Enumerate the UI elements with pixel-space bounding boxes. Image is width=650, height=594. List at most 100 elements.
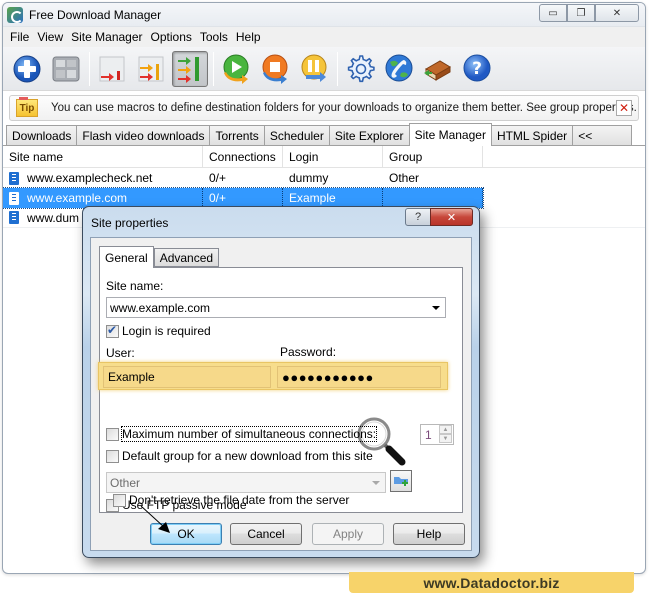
menu-tools[interactable]: Tools: [196, 30, 232, 44]
toolbar-separator: [213, 51, 214, 86]
tab-site-manager[interactable]: Site Manager: [408, 123, 492, 146]
app-logo-icon: [7, 6, 23, 23]
dialog-tabs: General Advanced: [99, 246, 220, 268]
add-group-button[interactable]: [390, 470, 412, 492]
schedule-download-button[interactable]: [296, 51, 332, 87]
tip-badge: Tip: [16, 97, 38, 117]
user-label: User:: [106, 346, 135, 360]
grid-panel-icon: [52, 56, 80, 81]
apply-button: Apply: [312, 523, 384, 545]
no-file-date-checkbox[interactable]: [113, 494, 126, 507]
stop-icon: [262, 54, 288, 84]
help-button[interactable]: ?: [459, 51, 495, 87]
site-icon: [9, 211, 19, 224]
gear-icon: [347, 54, 375, 82]
tab-collapse[interactable]: <<: [572, 125, 633, 145]
tab-general[interactable]: General: [99, 246, 154, 268]
column-connections[interactable]: Connections: [203, 146, 283, 167]
table-row[interactable]: www.examplecheck.net 0/+ dummy Other: [3, 168, 645, 188]
dialog-help-button[interactable]: ?: [405, 208, 431, 226]
watermark: www.Datadoctor.biz: [349, 572, 634, 593]
guide-button[interactable]: [420, 51, 456, 87]
user-input[interactable]: Example: [103, 366, 271, 388]
tab-torrents[interactable]: Torrents: [209, 125, 265, 145]
site-connections: 0/+: [209, 171, 227, 185]
stepper-down-icon[interactable]: ▼: [439, 434, 452, 443]
tip-bar: Tip You can use macros to define destina…: [9, 95, 639, 121]
start-download-button[interactable]: [218, 51, 254, 87]
toolbar: ?: [3, 47, 645, 91]
column-login[interactable]: Login: [283, 146, 383, 167]
tab-downloads[interactable]: Downloads: [6, 125, 78, 145]
general-panel: Site name: www.example.com Login is requ…: [98, 267, 463, 513]
close-button[interactable]: ✕: [595, 4, 639, 22]
site-icon: [9, 171, 19, 185]
window-controls: ▭ ❐ ✕: [539, 4, 639, 22]
site-name-label: Site name:: [106, 279, 164, 293]
max-connections-checkbox[interactable]: [106, 428, 119, 441]
minimize-button[interactable]: ▭: [539, 4, 567, 22]
menu-bar: File View Site Manager Options Tools Hel…: [3, 27, 645, 47]
restore-button[interactable]: ❐: [567, 4, 595, 22]
question-icon: ?: [463, 54, 491, 81]
toolbar-separator: [89, 51, 90, 86]
site-group: [383, 188, 483, 208]
tip-text: You can use macros to define destination…: [51, 102, 637, 114]
site-name: www.example.com: [27, 191, 128, 205]
tab-site-explorer[interactable]: Site Explorer: [328, 125, 410, 145]
tip-close-icon[interactable]: ✕: [616, 100, 632, 116]
plus-circle-icon: [13, 55, 41, 82]
chevron-down-icon[interactable]: [432, 306, 440, 310]
menu-view[interactable]: View: [33, 30, 67, 44]
max-connections-stepper[interactable]: 1 ▲ ▼: [420, 424, 454, 445]
window-title: Free Download Manager: [29, 7, 162, 22]
column-site-name[interactable]: Site name: [3, 146, 203, 167]
list-header: Site name Connections Login Group: [3, 146, 645, 168]
speed-low-button[interactable]: [94, 51, 130, 87]
speed-medium-icon: [138, 56, 164, 81]
menu-site-manager[interactable]: Site Manager: [67, 30, 146, 44]
password-label: Password:: [280, 345, 337, 359]
dialup-button[interactable]: [381, 51, 417, 87]
site-name-value: www.example.com: [110, 300, 211, 315]
dialog-close-button[interactable]: ✕: [430, 208, 473, 226]
add-download-button[interactable]: [9, 51, 45, 87]
speed-low-icon: [99, 56, 125, 81]
password-value: ●●●●●●●●●●●: [282, 369, 374, 385]
help-dialog-button[interactable]: Help: [393, 523, 465, 545]
group-combo[interactable]: Other: [106, 472, 386, 493]
group-value: Other: [110, 475, 141, 490]
tab-flash-video-downloads[interactable]: Flash video downloads: [76, 125, 211, 145]
tab-scheduler[interactable]: Scheduler: [263, 125, 330, 145]
speed-high-button[interactable]: [172, 50, 208, 87]
menu-help[interactable]: Help: [232, 30, 265, 44]
pause-schedule-icon: [301, 54, 327, 82]
stop-download-button[interactable]: [257, 51, 293, 87]
speed-high-icon: [178, 56, 199, 83]
cancel-button[interactable]: Cancel: [230, 523, 302, 545]
default-group-checkbox[interactable]: [106, 450, 119, 463]
password-input[interactable]: ●●●●●●●●●●●: [277, 366, 441, 388]
speed-medium-button[interactable]: [133, 51, 169, 87]
tab-advanced[interactable]: Advanced: [153, 248, 220, 267]
credentials-highlight: Example ●●●●●●●●●●●: [98, 362, 448, 390]
settings-button[interactable]: [342, 51, 378, 87]
site-group: Other: [389, 171, 420, 185]
tab-html-spider[interactable]: HTML Spider: [490, 125, 574, 145]
stepper-up-icon[interactable]: ▲: [439, 425, 452, 434]
dialog-body: General Advanced Site name: www.example.…: [90, 237, 472, 551]
site-login: dummy: [289, 171, 329, 185]
play-icon: [223, 54, 249, 84]
menu-file[interactable]: File: [6, 30, 33, 44]
chevron-down-icon[interactable]: [372, 481, 380, 485]
login-required-checkbox[interactable]: [106, 323, 119, 338]
book-icon: [424, 59, 451, 81]
site-name-combo[interactable]: www.example.com: [106, 297, 446, 318]
view-toggle-button[interactable]: [48, 51, 84, 87]
dialog-title: Site properties: [91, 216, 169, 230]
site-name: www.examplecheck.net: [27, 171, 153, 185]
table-row-selected[interactable]: www.example.com 0/+ Example: [3, 187, 484, 209]
menu-options[interactable]: Options: [147, 30, 196, 44]
max-connections-value: 1: [425, 428, 432, 442]
column-group[interactable]: Group: [383, 146, 483, 167]
